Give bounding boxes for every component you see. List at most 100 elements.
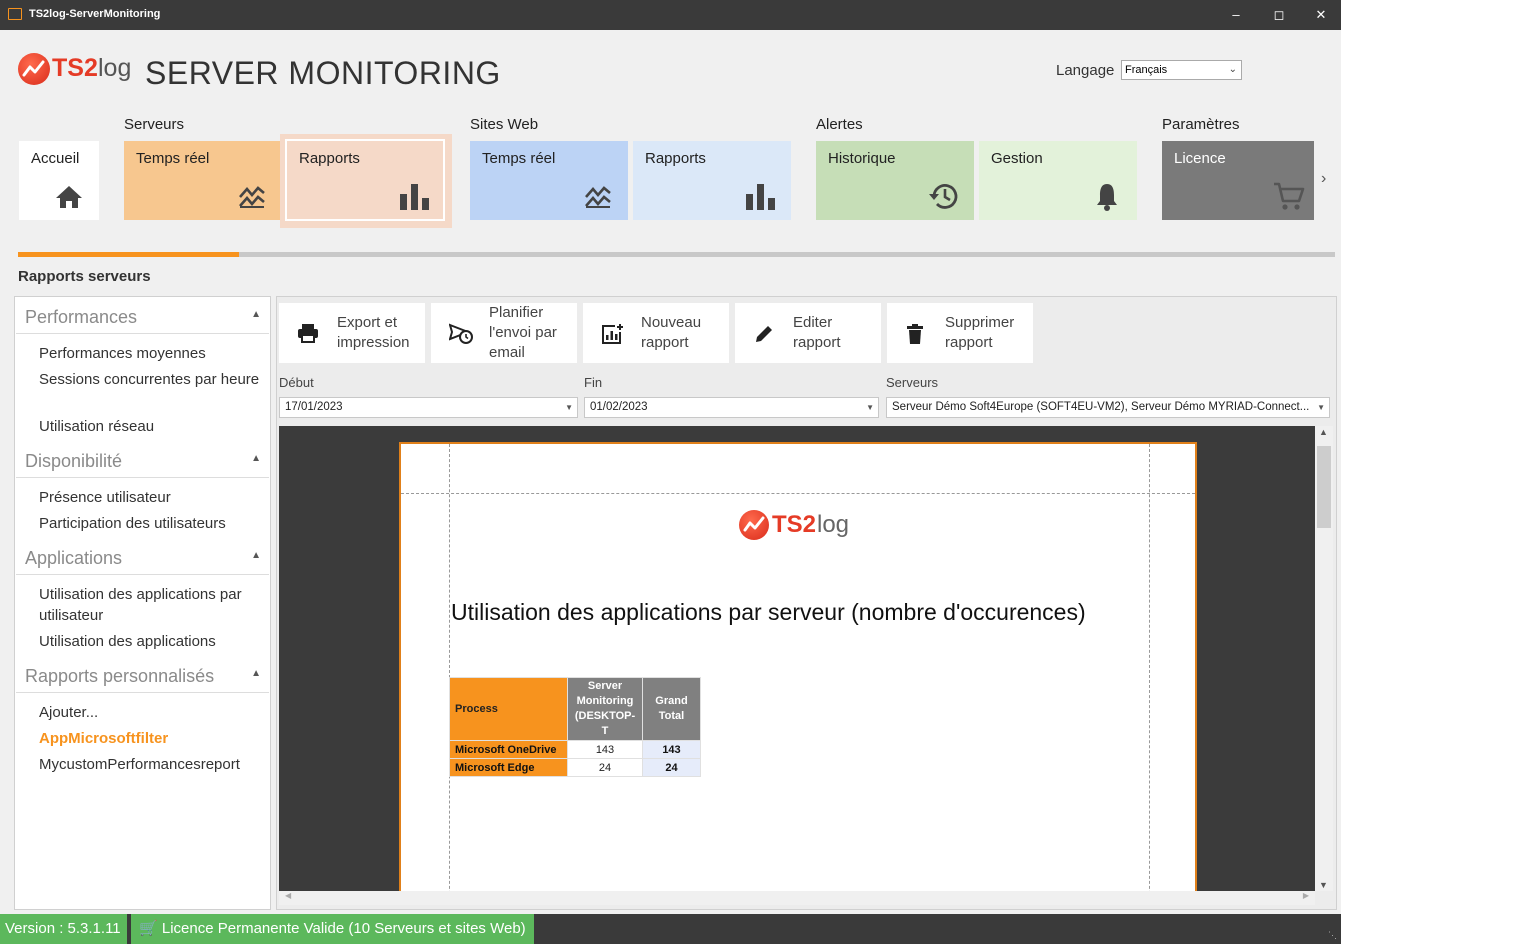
nav-group-websites: Sites Web [470, 116, 539, 133]
logo-chart-icon [739, 510, 769, 540]
delete-report-label: Supprimer rapport [945, 314, 1015, 351]
language-value: Français [1125, 64, 1168, 76]
section-progress-bar [18, 252, 1335, 257]
app-window: TS2log-ServerMonitoring – ◻ ✕ TS2 log SE… [0, 0, 1341, 944]
tile-web-realtime[interactable]: Temps réel [470, 141, 628, 220]
header-process: Process [449, 677, 568, 741]
servers-select[interactable]: Serveur Démo Soft4Europe (SOFT4EU-VM2), … [886, 397, 1330, 418]
chevron-down-icon: ⌄ [1228, 64, 1237, 75]
tile-alert-history[interactable]: Historique [816, 141, 974, 220]
sidebar-item-average-performance[interactable]: Performances moyennes [39, 343, 264, 364]
nav-group-alerts: Alertes [816, 116, 863, 133]
tile-alert-management[interactable]: Gestion [979, 141, 1137, 220]
printer-icon [298, 324, 318, 343]
scroll-down-icon[interactable]: ▼ [1319, 880, 1328, 890]
delete-report-button[interactable]: Supprimer rapport [887, 303, 1033, 363]
end-date-picker[interactable]: 01/02/2023 ▼ [584, 397, 879, 418]
maximize-button[interactable]: ◻ [1269, 6, 1289, 24]
end-date-label: Fin [584, 375, 603, 390]
sidebar-item-appmicrosoftfilter[interactable]: AppMicrosoftfilter [39, 728, 264, 749]
cart-icon [1274, 182, 1305, 210]
new-report-button[interactable]: Nouveau rapport [583, 303, 729, 363]
sidebar-item-apps-usage[interactable]: Utilisation des applications [39, 631, 264, 652]
chevron-up-icon[interactable]: ▲ [251, 453, 261, 464]
start-date-picker[interactable]: 17/01/2023 ▼ [279, 397, 578, 418]
section-title: Rapports serveurs [18, 268, 151, 285]
nav-group-settings: Paramètres [1162, 116, 1240, 133]
scroll-up-icon[interactable]: ▲ [1319, 427, 1328, 437]
close-button[interactable]: ✕ [1311, 6, 1331, 24]
header-server: Server Monitoring (DESKTOP-T [567, 677, 643, 741]
tile-servers-realtime[interactable]: Temps réel [124, 141, 281, 220]
edit-report-label: Editer rapport [793, 314, 841, 351]
tile-web-reports-label: Rapports [645, 150, 706, 167]
sidebar-item-mycustomperformancesreport[interactable]: MycustomPerformancesreport [39, 754, 264, 775]
chevron-up-icon[interactable]: ▲ [251, 550, 261, 561]
sidebar-item-user-participation[interactable]: Participation des utilisateurs [39, 513, 264, 534]
sidebar-group-title: Disponibilité [25, 451, 123, 471]
logo-chart-icon [18, 53, 50, 85]
tile-license[interactable]: Licence [1162, 141, 1314, 220]
tile-home[interactable]: Accueil [19, 141, 99, 220]
sidebar-group-title: Applications [25, 548, 123, 568]
tile-home-label: Accueil [31, 150, 80, 167]
preview-horizontal-scrollbar[interactable]: ◀ ▶ [279, 891, 1315, 905]
language-select[interactable]: Français ⌄ [1121, 60, 1242, 80]
sidebar-item-apps-per-user[interactable]: Utilisation des applications par utilisa… [39, 584, 264, 626]
schedule-email-button[interactable]: Planifier l'envoi par email [431, 303, 577, 363]
report-table: Process Server Monitoring (DESKTOP-T Gra… [449, 677, 701, 777]
sidebar-group-applications[interactable]: Applications ▲ [16, 540, 269, 575]
tile-license-label: Licence [1174, 150, 1226, 167]
sidebar-group-title: Rapports personnalisés [25, 666, 215, 686]
report-preview[interactable]: TS2 log Utilisation des applications par… [279, 426, 1315, 891]
tile-web-reports[interactable]: Rapports [633, 141, 791, 220]
sidebar-item-add-report[interactable]: Ajouter... [39, 702, 264, 723]
sidebar-item-network-usage[interactable]: Utilisation réseau [39, 416, 264, 437]
sidebar-group-availability[interactable]: Disponibilité ▲ [16, 443, 269, 478]
export-print-label: Export et impression [337, 314, 410, 351]
section-progress-fill [18, 252, 240, 257]
new-report-label: Nouveau rapport [641, 314, 702, 351]
page-margin-right [1149, 444, 1150, 891]
license-status[interactable]: 🛒 Licence Permanente Valide (10 Serveurs… [131, 914, 534, 944]
realtime-chart-icon [585, 186, 611, 208]
row-process: Microsoft OneDrive [449, 740, 568, 759]
sidebar-item-user-presence[interactable]: Présence utilisateur [39, 487, 264, 508]
sidebar-group-custom-reports[interactable]: Rapports personnalisés ▲ [16, 658, 269, 693]
schedule-send-icon [449, 323, 473, 344]
table-row: Microsoft Edge 24 24 [449, 758, 701, 777]
report-page: TS2 log Utilisation des applications par… [399, 442, 1197, 891]
tile-alert-management-label: Gestion [991, 150, 1043, 167]
tile-servers-realtime-label: Temps réel [136, 150, 210, 167]
sidebar-item-concurrent-sessions[interactable]: Sessions concurrentes par heure [39, 369, 264, 390]
row-value: 143 [567, 740, 643, 759]
version-status: Version : 5.3.1.11 [0, 914, 127, 944]
scroll-thumb[interactable] [1317, 446, 1331, 528]
sidebar-group-performances[interactable]: Performances ▲ [16, 299, 269, 334]
trash-icon [907, 324, 923, 344]
nav-scroll-right-icon[interactable]: › [1321, 170, 1326, 188]
nav-group-servers: Serveurs [124, 116, 185, 133]
scroll-left-icon[interactable]: ◀ [285, 891, 291, 900]
chevron-down-icon: ▼ [565, 403, 573, 412]
export-print-button[interactable]: Export et impression [279, 303, 425, 363]
edit-report-button[interactable]: Editer rapport [735, 303, 881, 363]
language-label: Langage [1056, 62, 1115, 79]
reports-sidebar: Performances ▲ Performances moyennes Ses… [14, 296, 271, 910]
resize-grip-icon[interactable]: ⋱ [1328, 930, 1337, 941]
cart-icon: 🛒 [139, 920, 158, 937]
realtime-chart-icon [239, 186, 265, 208]
report-logo-log-text: log [817, 511, 850, 538]
chevron-up-icon[interactable]: ▲ [251, 668, 261, 679]
logo-log-text: log [98, 54, 132, 82]
start-date-value: 17/01/2023 [285, 401, 343, 413]
scroll-right-icon[interactable]: ▶ [1303, 891, 1309, 900]
app-icon [8, 8, 22, 20]
report-logo: TS2 log [739, 508, 859, 542]
preview-vertical-scrollbar[interactable]: ▲ ▼ [1315, 426, 1333, 891]
tile-servers-reports[interactable]: Rapports [280, 134, 452, 228]
chevron-up-icon[interactable]: ▲ [251, 309, 261, 320]
title-bar: TS2log-ServerMonitoring – ◻ ✕ [0, 0, 1341, 30]
minimize-button[interactable]: – [1226, 6, 1246, 24]
tile-servers-reports-label: Rapports [299, 150, 360, 167]
